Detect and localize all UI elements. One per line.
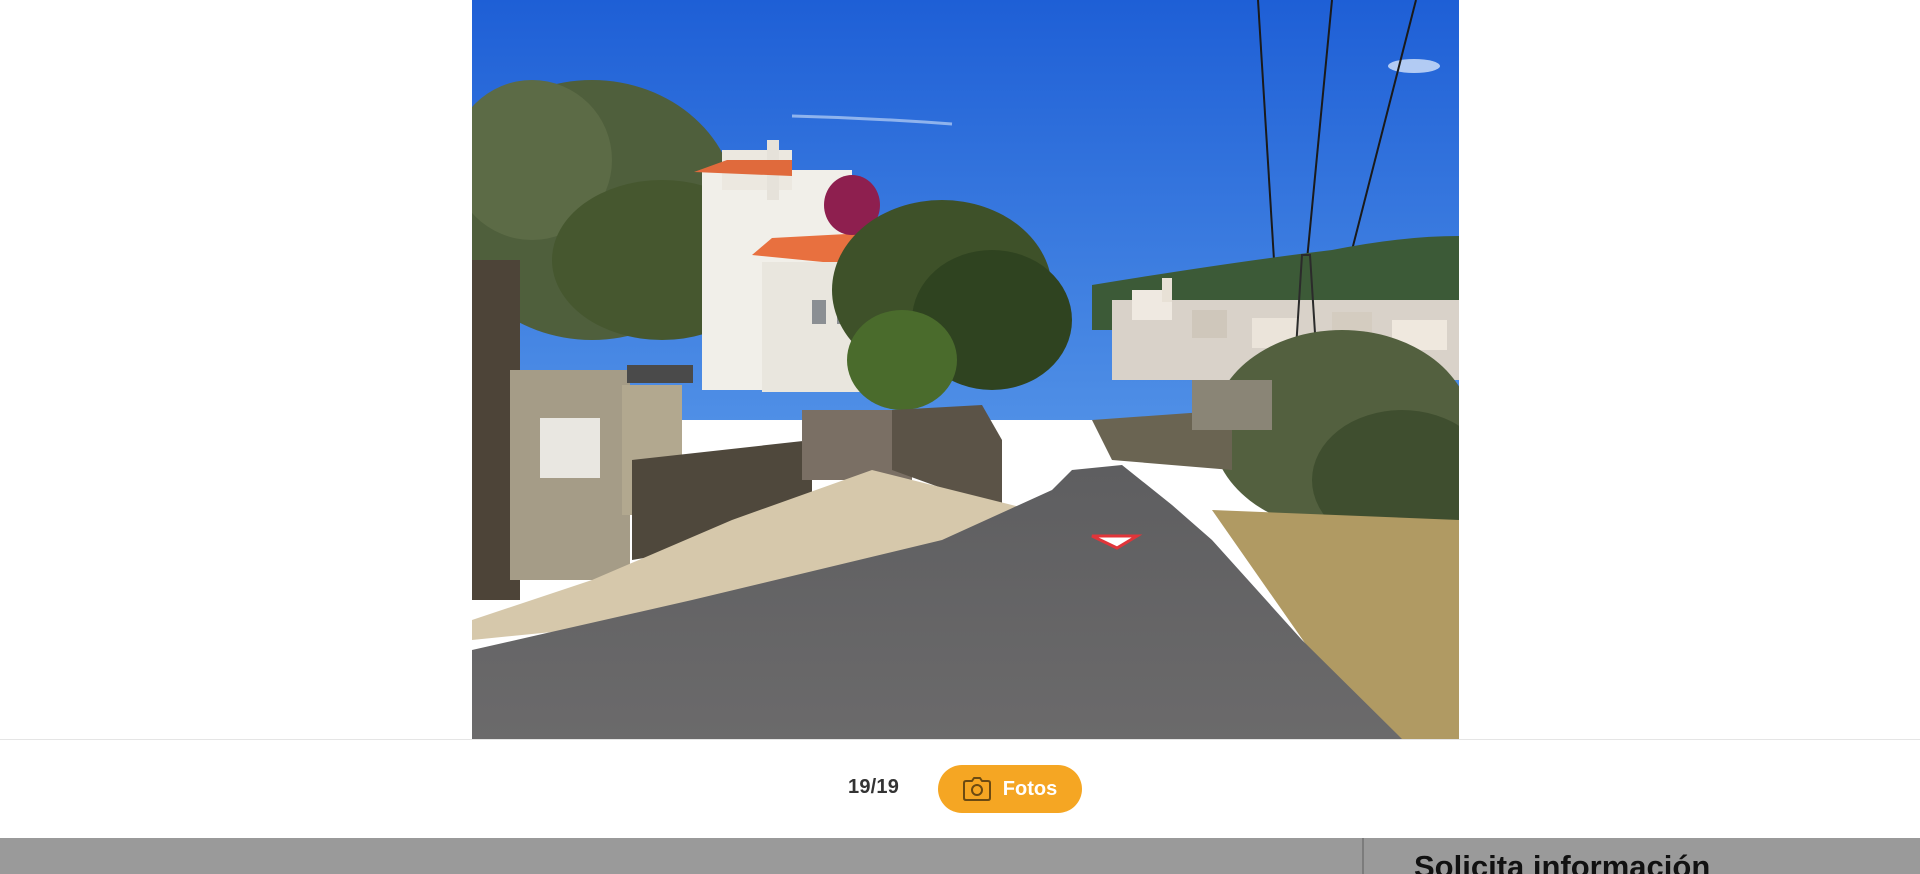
contact-overlay-band: Solicita información [0, 838, 1920, 874]
photos-button-label: Fotos [1002, 777, 1058, 800]
gallery-controls: 19/19 Fotos [0, 740, 1920, 838]
property-photo[interactable] [472, 0, 1459, 739]
photos-button[interactable]: Fotos [938, 765, 1082, 813]
photo-gallery [0, 0, 1920, 740]
contact-panel-title: Solicita información [1414, 849, 1711, 874]
contact-panel: Solicita información [1362, 838, 1920, 874]
camera-icon [962, 777, 991, 801]
property-photo-image [472, 0, 1459, 739]
photo-counter: 19/19 [848, 776, 900, 798]
